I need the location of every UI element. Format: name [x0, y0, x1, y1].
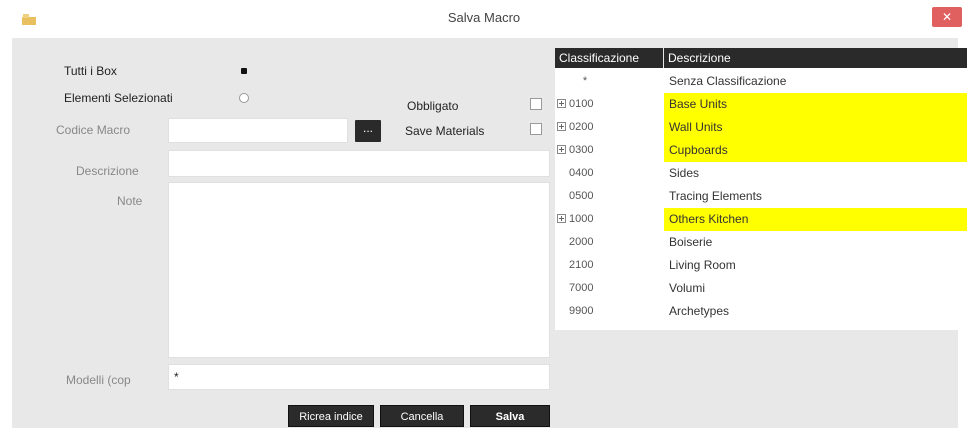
expand-icon[interactable]	[557, 214, 566, 223]
classification-code: 9900	[569, 305, 594, 317]
title-bar: Salva Macro ✕	[0, 0, 968, 38]
classification-code-cell: 0300	[555, 139, 663, 162]
classification-description: Others Kitchen	[664, 208, 967, 231]
table-row[interactable]: 0100 Base Units	[555, 93, 967, 116]
notes-label: Note	[117, 194, 143, 208]
classification-code-cell: 1000	[555, 208, 663, 231]
classification-code-cell: 0100	[555, 93, 663, 116]
table-row[interactable]: 0500 Tracing Elements	[555, 185, 967, 208]
notes-textarea[interactable]	[168, 182, 550, 358]
close-icon: ✕	[941, 10, 953, 24]
description-column-header[interactable]: Descrizione	[664, 48, 967, 68]
classification-code: *	[582, 75, 588, 87]
classification-code: 2100	[569, 259, 594, 271]
macro-code-input[interactable]	[168, 118, 348, 143]
selected-elements-radio[interactable]	[239, 93, 249, 103]
save-materials-label: Save Materials	[405, 124, 485, 138]
classification-code-cell: 2100	[555, 254, 663, 277]
table-row[interactable]: 2100 Living Room	[555, 254, 967, 277]
macro-code-label: Codice Macro	[56, 123, 131, 137]
classification-code-cell: 9900	[555, 300, 663, 323]
classification-description: Sides	[669, 166, 700, 180]
save-button[interactable]: Salva	[470, 405, 550, 427]
classification-description: Wall Units	[664, 116, 967, 139]
classification-code: 0400	[569, 167, 594, 179]
table-row[interactable]: 1000 Others Kitchen	[555, 208, 967, 231]
selected-elements-label: Elementi Selezionati	[64, 91, 173, 105]
save-materials-checkbox[interactable]	[530, 123, 542, 135]
classification-code: 0300	[569, 144, 594, 156]
close-button[interactable]: ✕	[932, 7, 962, 27]
description-label: Descrizione	[76, 164, 139, 178]
browse-button[interactable]: ...	[355, 120, 381, 142]
classification-code: 0100	[569, 98, 594, 110]
classification-column-header[interactable]: Classificazione	[555, 48, 663, 68]
copy-models-label: Modelli (cop	[66, 373, 131, 387]
cancel-button[interactable]: Cancella	[380, 405, 464, 427]
table-row[interactable]: 9900 Archetypes	[555, 300, 967, 323]
classification-code: 1000	[569, 213, 594, 225]
description-input[interactable]	[168, 150, 550, 177]
required-checkbox[interactable]	[530, 98, 542, 110]
table-row[interactable]: 7000 Volumi	[555, 277, 967, 300]
all-boxes-radio[interactable]	[239, 66, 249, 76]
expand-icon[interactable]	[557, 99, 566, 108]
all-boxes-label: Tutti i Box	[64, 64, 117, 78]
classification-description: Boiserie	[669, 235, 713, 249]
classification-description: Senza Classificazione	[669, 74, 787, 88]
classification-description: Volumi	[669, 281, 706, 295]
classification-code: 2000	[569, 236, 594, 248]
classification-code-cell: 0400	[555, 162, 663, 185]
classification-code-cell: 2000	[555, 231, 663, 254]
classification-code-cell: *	[555, 70, 663, 93]
copy-models-input[interactable]	[168, 364, 550, 390]
classification-code: 0200	[569, 121, 594, 133]
expand-icon[interactable]	[557, 145, 566, 154]
table-row[interactable]: 0400 Sides	[555, 162, 967, 185]
classification-code: 7000	[569, 282, 594, 294]
classification-code-cell: 0200	[555, 116, 663, 139]
table-row[interactable]: 0200 Wall Units	[555, 116, 967, 139]
classification-code: 0500	[569, 190, 594, 202]
expand-icon[interactable]	[557, 122, 566, 131]
table-row[interactable]: 0300 Cupboards	[555, 139, 967, 162]
table-row[interactable]: * Senza Classificazione	[555, 70, 967, 93]
classification-description: Archetypes	[669, 304, 730, 318]
classification-description: Tracing Elements	[669, 189, 762, 203]
classification-code-cell: 0500	[555, 185, 663, 208]
rebuild-index-button[interactable]: Ricrea indice	[288, 405, 374, 427]
classification-description: Base Units	[664, 93, 967, 116]
window-title: Salva Macro	[447, 10, 521, 25]
classification-description: Living Room	[669, 258, 736, 272]
required-label: Obbligato	[407, 99, 459, 113]
classification-table: * Senza Classificazione 0100 Base Units 0200…	[555, 68, 967, 330]
classification-code-cell: 7000	[555, 277, 663, 300]
classification-description: Cupboards	[664, 139, 967, 162]
table-row[interactable]: 2000 Boiserie	[555, 231, 967, 254]
